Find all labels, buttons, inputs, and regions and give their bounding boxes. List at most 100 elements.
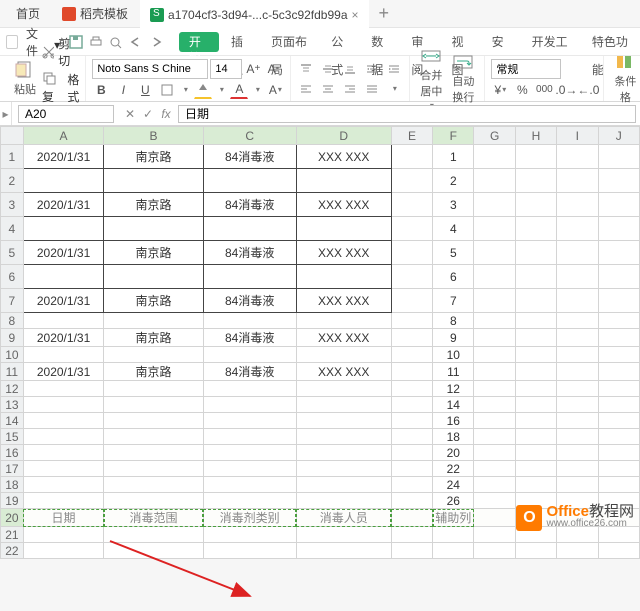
phonetic-button[interactable]: A — [266, 81, 284, 99]
cell[interactable] — [104, 347, 203, 363]
spreadsheet[interactable]: A B C D E F G H I J 12020/1/31南京路84消毒液XX… — [0, 126, 640, 559]
row-header[interactable]: 14 — [1, 413, 24, 429]
cell[interactable] — [104, 461, 203, 477]
row-header[interactable]: 10 — [1, 347, 24, 363]
border-dropdown-icon[interactable] — [180, 81, 190, 99]
cell[interactable] — [557, 397, 598, 413]
cell[interactable] — [515, 543, 556, 559]
cell[interactable] — [391, 493, 432, 509]
paste-button[interactable]: 粘贴 — [10, 59, 40, 99]
cell[interactable] — [474, 429, 515, 445]
number-format-select[interactable] — [491, 59, 561, 79]
cell[interactable] — [515, 445, 556, 461]
cell[interactable]: 2020/1/31 — [23, 329, 104, 347]
cell[interactable] — [474, 169, 515, 193]
cell[interactable]: 5 — [433, 241, 474, 265]
cell[interactable]: 1 — [433, 145, 474, 169]
print-icon[interactable] — [88, 34, 104, 50]
row-header[interactable]: 2 — [1, 169, 24, 193]
col-header[interactable]: C — [203, 127, 296, 145]
cell[interactable]: XXX XXX — [296, 363, 391, 381]
cell[interactable] — [391, 413, 432, 429]
cell[interactable]: 2020/1/31 — [23, 241, 104, 265]
cell[interactable]: 7 — [433, 289, 474, 313]
cell[interactable] — [203, 169, 296, 193]
cell[interactable]: 消毒范围 — [104, 509, 203, 527]
cell[interactable] — [203, 477, 296, 493]
cell[interactable] — [391, 265, 432, 289]
cell[interactable]: 2 — [433, 169, 474, 193]
fx-icon[interactable]: fx — [158, 107, 174, 121]
cell[interactable]: XXX XXX — [296, 329, 391, 347]
cell[interactable] — [391, 145, 432, 169]
cell[interactable]: 8 — [433, 313, 474, 329]
redo-icon[interactable] — [148, 34, 164, 50]
cell[interactable] — [203, 313, 296, 329]
cell[interactable]: 3 — [433, 193, 474, 217]
cell[interactable]: 84消毒液 — [203, 145, 296, 169]
cell[interactable] — [598, 381, 639, 397]
cell[interactable] — [391, 543, 432, 559]
ribbon-tab-formula[interactable]: 公式 — [323, 28, 359, 56]
row-header[interactable]: 7 — [1, 289, 24, 313]
cell[interactable]: 84消毒液 — [203, 363, 296, 381]
cell[interactable] — [557, 413, 598, 429]
cell[interactable] — [515, 429, 556, 445]
cell[interactable] — [557, 445, 598, 461]
cell[interactable] — [23, 429, 104, 445]
cell[interactable] — [515, 169, 556, 193]
cell[interactable] — [391, 289, 432, 313]
cell[interactable] — [474, 381, 515, 397]
cell[interactable] — [203, 445, 296, 461]
cell[interactable] — [557, 461, 598, 477]
cell[interactable] — [515, 347, 556, 363]
cell[interactable]: XXX XXX — [296, 193, 391, 217]
cell[interactable] — [23, 397, 104, 413]
row-header[interactable]: 1 — [1, 145, 24, 169]
tab-current-file[interactable]: a1704cf3-3d94-...c-5c3c92fdb99a × — [140, 0, 368, 28]
cell[interactable]: 南京路 — [104, 289, 203, 313]
cell[interactable] — [296, 429, 391, 445]
cell[interactable] — [557, 347, 598, 363]
cell[interactable] — [296, 445, 391, 461]
cell[interactable] — [515, 265, 556, 289]
undo-icon[interactable] — [128, 34, 144, 50]
font-name-select[interactable] — [92, 59, 208, 79]
cell[interactable]: 9 — [433, 329, 474, 347]
cell[interactable] — [296, 381, 391, 397]
decrease-decimal-icon[interactable]: ←.0 — [579, 81, 597, 99]
cell[interactable] — [23, 313, 104, 329]
cell[interactable] — [557, 193, 598, 217]
cell[interactable] — [515, 289, 556, 313]
app-menu-icon[interactable] — [6, 35, 18, 49]
ribbon-tab-insert[interactable]: 插入 — [223, 28, 259, 56]
cell[interactable] — [296, 461, 391, 477]
cell[interactable] — [557, 477, 598, 493]
cell[interactable] — [598, 397, 639, 413]
row-header[interactable]: 15 — [1, 429, 24, 445]
cell[interactable] — [391, 445, 432, 461]
cell[interactable] — [23, 445, 104, 461]
cell[interactable] — [474, 363, 515, 381]
font-color-button[interactable]: A — [230, 81, 248, 99]
cell[interactable] — [203, 217, 296, 241]
align-left-icon[interactable] — [297, 80, 315, 98]
decrease-font-icon[interactable]: A- — [264, 60, 282, 78]
fill-color-button[interactable] — [194, 81, 212, 99]
row-header[interactable]: 3 — [1, 193, 24, 217]
cell[interactable]: 2020/1/31 — [23, 145, 104, 169]
cell[interactable] — [23, 493, 104, 509]
wrap-text-button[interactable]: 自动换行 — [448, 51, 478, 107]
cell[interactable]: 84消毒液 — [203, 329, 296, 347]
cell[interactable] — [474, 329, 515, 347]
col-header[interactable]: J — [598, 127, 639, 145]
fill-color-dropdown-icon[interactable] — [216, 81, 226, 99]
comma-icon[interactable]: 000 — [535, 81, 553, 99]
cell[interactable] — [203, 461, 296, 477]
cell[interactable] — [391, 217, 432, 241]
ribbon-tab-home[interactable]: 开始 — [179, 32, 219, 52]
cell[interactable] — [598, 217, 639, 241]
increase-decimal-icon[interactable]: .0→ — [557, 81, 575, 99]
cell[interactable] — [296, 169, 391, 193]
row-selector-icon[interactable]: ▸ — [0, 102, 12, 125]
